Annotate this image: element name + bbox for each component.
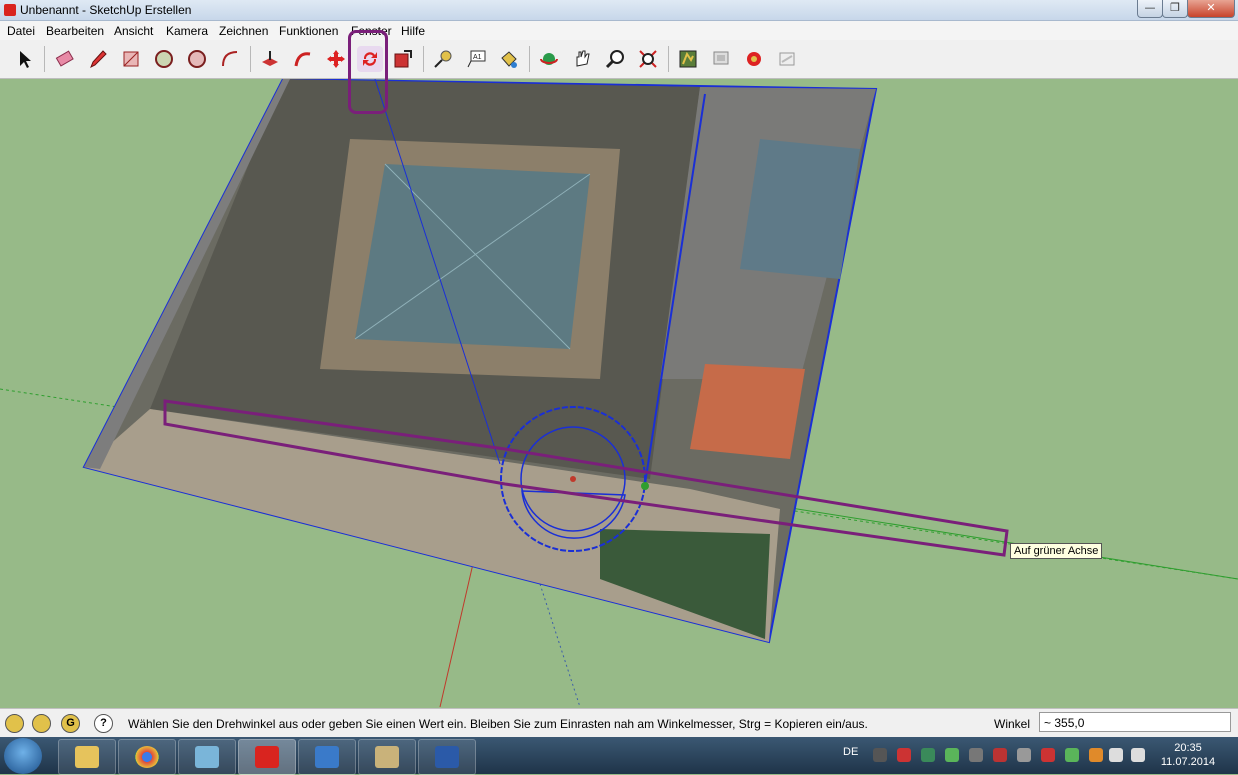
- measurements-label: Winkel: [994, 717, 1031, 731]
- drawing-viewport[interactable]: Auf grüner Achse: [0, 79, 1238, 707]
- scene-canvas: [0, 79, 1238, 707]
- help-icon[interactable]: ?: [94, 714, 113, 733]
- text-tool-icon[interactable]: A1: [463, 46, 489, 72]
- sketchup-app-icon: [4, 4, 16, 16]
- chrome-icon: [135, 746, 159, 768]
- tray-icon-9[interactable]: [1065, 748, 1079, 762]
- rotation-center: [570, 476, 576, 482]
- scale-tool-icon[interactable]: [390, 46, 416, 72]
- shadows-icon[interactable]: [774, 46, 800, 72]
- clock-time: 20:35: [1174, 742, 1202, 754]
- toolbar-separator: [250, 46, 251, 72]
- zoom-tool-icon[interactable]: [602, 46, 628, 72]
- tree-area: [600, 529, 770, 639]
- maximize-button[interactable]: ❐: [1162, 0, 1188, 18]
- toolbar-separator: [668, 46, 669, 72]
- volume-icon[interactable]: [1131, 748, 1145, 762]
- window-title: Unbenannt - SketchUp Erstellen: [20, 3, 192, 17]
- status-message: Wählen Sie den Drehwinkel aus oder geben…: [128, 717, 868, 731]
- tray-icon-10[interactable]: [1089, 748, 1103, 762]
- menu-fenster[interactable]: Fenster: [351, 24, 392, 38]
- menu-funktionen[interactable]: Funktionen: [279, 24, 338, 38]
- pan-tool-icon[interactable]: [569, 46, 595, 72]
- tray-icon-2[interactable]: [897, 748, 911, 762]
- start-button[interactable]: [4, 738, 42, 774]
- rectangle-tool-icon[interactable]: [118, 46, 144, 72]
- taskbar-app[interactable]: [178, 739, 236, 775]
- push-pull-tool-icon[interactable]: [257, 46, 283, 72]
- zoom-extents-icon[interactable]: [635, 46, 661, 72]
- tray-icon-5[interactable]: [969, 748, 983, 762]
- folder-icon: [75, 746, 99, 768]
- close-button[interactable]: ✕: [1187, 0, 1235, 18]
- endpoint-marker: [641, 482, 649, 490]
- photos-icon: [375, 746, 399, 768]
- google-icon[interactable]: G: [61, 714, 80, 733]
- svg-text:A1: A1: [473, 54, 482, 61]
- taskbar-photos[interactable]: [358, 739, 416, 775]
- follow-me-tool-icon[interactable]: [290, 46, 316, 72]
- tray-icon-7[interactable]: [1017, 748, 1031, 762]
- menu-datei[interactable]: Datei: [7, 24, 35, 38]
- menu-bar: Datei Bearbeiten Ansicht Kamera Zeichnen…: [0, 21, 1238, 40]
- menu-hilfe[interactable]: Hilfe: [401, 24, 425, 38]
- eraser-tool-icon[interactable]: [52, 46, 78, 72]
- tape-measure-icon[interactable]: [430, 46, 456, 72]
- inference-tooltip: Auf grüner Achse: [1010, 543, 1103, 559]
- title-bar: Unbenannt - SketchUp Erstellen — ❐ ✕: [0, 0, 1238, 21]
- paint-bucket-icon[interactable]: [496, 46, 522, 72]
- main-toolbar: A1: [0, 40, 1238, 79]
- tray-icon-1[interactable]: [873, 748, 887, 762]
- menu-ansicht[interactable]: Ansicht: [114, 24, 153, 38]
- language-indicator[interactable]: DE: [843, 746, 858, 758]
- orange-roof: [690, 364, 805, 459]
- tray-icon-3[interactable]: [921, 748, 935, 762]
- taskbar-desktop[interactable]: [298, 739, 356, 775]
- tray-icon-4[interactable]: [945, 748, 959, 762]
- minimize-button[interactable]: —: [1137, 0, 1163, 18]
- taskbar-chrome[interactable]: [118, 739, 176, 775]
- move-tool-icon[interactable]: [323, 46, 349, 72]
- toolbar-separator: [44, 46, 45, 72]
- select-tool-icon[interactable]: [12, 46, 38, 72]
- circle-tool-icon[interactable]: [151, 46, 177, 72]
- rotate-tool-icon[interactable]: [357, 46, 383, 72]
- measurements-input[interactable]: ~ 355,0: [1039, 712, 1231, 732]
- desktop-icon: [315, 746, 339, 768]
- tray-icon-6[interactable]: [993, 748, 1007, 762]
- components-icon[interactable]: [708, 46, 734, 72]
- menu-kamera[interactable]: Kamera: [166, 24, 208, 38]
- windows-taskbar: DE 20:35 11.07.2014: [0, 737, 1238, 775]
- orbit-tool-icon[interactable]: [536, 46, 562, 72]
- word-icon: [435, 746, 459, 768]
- geo-location-icon[interactable]: [5, 714, 24, 733]
- clock-date: 11.07.2014: [1160, 756, 1216, 768]
- app-icon: [195, 746, 219, 768]
- tray-icon-8[interactable]: [1041, 748, 1055, 762]
- taskbar-word[interactable]: [418, 739, 476, 775]
- credits-icon[interactable]: [32, 714, 51, 733]
- pencil-tool-icon[interactable]: [85, 46, 111, 72]
- status-bar: G ? Wählen Sie den Drehwinkel aus oder g…: [0, 708, 1238, 737]
- menu-bearbeiten[interactable]: Bearbeiten: [46, 24, 104, 38]
- glass-roof-right: [740, 139, 860, 279]
- blue-axis: [539, 583, 581, 707]
- toolbar-separator: [423, 46, 424, 72]
- arc-tool-icon[interactable]: [217, 46, 243, 72]
- styles-icon[interactable]: [741, 46, 767, 72]
- model-info-icon[interactable]: [675, 46, 701, 72]
- taskbar-sketchup[interactable]: [238, 739, 296, 775]
- toolbar-separator: [529, 46, 530, 72]
- menu-zeichnen[interactable]: Zeichnen: [219, 24, 268, 38]
- network-icon[interactable]: [1109, 748, 1123, 762]
- sketchup-icon: [255, 746, 279, 768]
- taskbar-explorer[interactable]: [58, 739, 116, 775]
- polygon-tool-icon[interactable]: [184, 46, 210, 72]
- taskbar-clock[interactable]: 20:35 11.07.2014: [1158, 741, 1218, 769]
